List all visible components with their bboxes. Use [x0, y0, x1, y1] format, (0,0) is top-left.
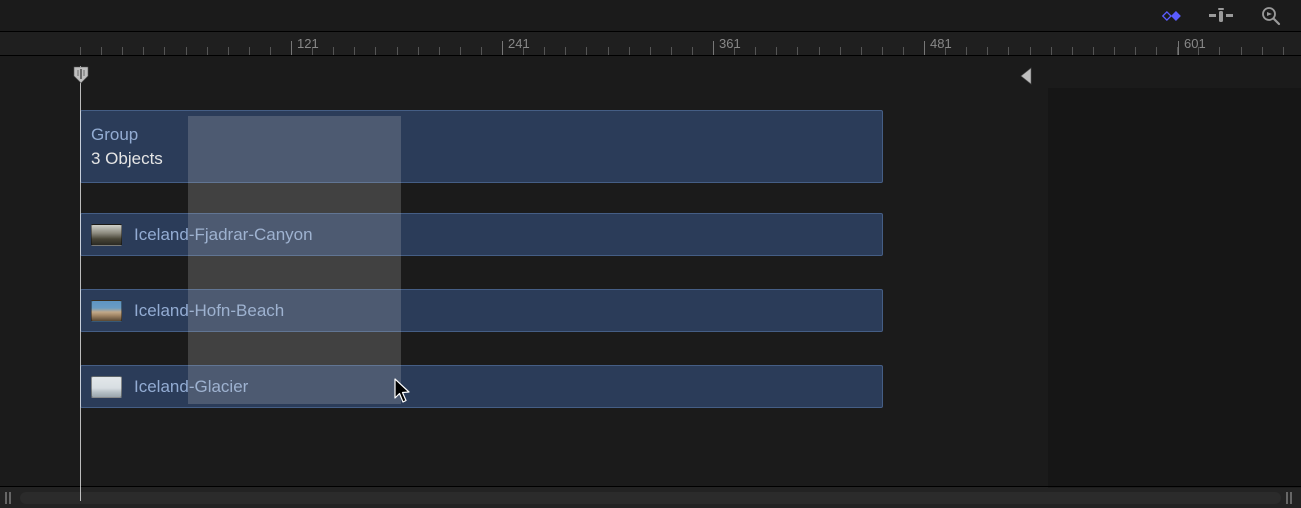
ruler-minor-tick	[755, 47, 756, 55]
ruler-minor-tick	[840, 47, 841, 55]
ruler-minor-tick	[122, 47, 123, 55]
out-point-marker-icon[interactable]	[1020, 67, 1032, 90]
ruler-minor-tick	[1008, 47, 1009, 55]
ruler-tick-label: 121	[297, 36, 319, 51]
timeline-clip[interactable]: Iceland-Hofn-Beach	[80, 289, 883, 332]
ruler-minor-tick	[565, 47, 566, 55]
ruler-minor-tick	[186, 47, 187, 55]
ruler-minor-tick	[418, 47, 419, 55]
ruler-tick-label: 601	[1184, 36, 1206, 51]
ruler-minor-tick	[101, 47, 102, 55]
ruler-minor-tick	[460, 47, 461, 55]
ruler-major-tick: 361	[713, 32, 714, 55]
horizontal-scrollbar[interactable]	[0, 486, 1301, 508]
ruler-minor-tick	[966, 47, 967, 55]
clip-label: Iceland-Glacier	[134, 377, 248, 397]
ruler-minor-tick	[1093, 47, 1094, 55]
ruler-major-tick: 601	[1178, 32, 1179, 55]
ruler-minor-tick	[375, 47, 376, 55]
ruler-minor-tick	[1283, 47, 1284, 55]
ruler-tick-label: 481	[930, 36, 952, 51]
ruler-minor-tick	[671, 47, 672, 55]
ruler-minor-tick	[249, 47, 250, 55]
ruler-minor-tick	[1241, 47, 1242, 55]
ruler-minor-tick	[143, 47, 144, 55]
ruler-minor-tick	[270, 47, 271, 55]
ruler-minor-tick	[882, 47, 883, 55]
ruler-minor-tick	[1135, 47, 1136, 55]
ruler-tick-label: 361	[719, 36, 741, 51]
ruler-minor-tick	[861, 47, 862, 55]
clip-thumbnail	[91, 376, 122, 398]
ruler-minor-tick	[650, 47, 651, 55]
ruler-minor-tick	[207, 47, 208, 55]
keyframe-tool-icon[interactable]	[1157, 6, 1185, 26]
group-title: Group	[91, 125, 882, 145]
clip-thumbnail	[91, 224, 122, 246]
ruler-minor-tick	[1051, 47, 1052, 55]
timeline-clip[interactable]: Iceland-Glacier	[80, 365, 883, 408]
ruler-minor-tick	[481, 47, 482, 55]
clip-label: Iceland-Hofn-Beach	[134, 301, 284, 321]
ruler-minor-tick	[608, 47, 609, 55]
clip-thumbnail	[91, 300, 122, 322]
ruler-minor-tick	[354, 47, 355, 55]
inactive-region	[1048, 88, 1301, 488]
group-header-bar[interactable]: Group 3 Objects	[80, 110, 883, 183]
ruler-major-tick: 481	[924, 32, 925, 55]
ruler-minor-tick	[797, 47, 798, 55]
ruler-minor-tick	[228, 47, 229, 55]
zoom-tool-icon[interactable]	[1257, 6, 1285, 26]
ruler-minor-tick	[333, 47, 334, 55]
ruler-minor-tick	[629, 47, 630, 55]
ruler-minor-tick	[1114, 47, 1115, 55]
ruler-minor-tick	[80, 47, 81, 55]
ruler-minor-tick	[164, 47, 165, 55]
clip-label: Iceland-Fjadrar-Canyon	[134, 225, 313, 245]
ruler-minor-tick	[987, 47, 988, 55]
ruler-minor-tick	[776, 47, 777, 55]
ruler-major-tick: 241	[502, 32, 503, 55]
ruler-minor-tick	[397, 47, 398, 55]
top-toolbar	[0, 0, 1301, 32]
timeline-area[interactable]: 121241361481601 Group 3 Objects	[0, 32, 1301, 56]
ruler-tick-label: 241	[508, 36, 530, 51]
ruler-minor-tick	[692, 47, 693, 55]
playhead-marker-icon[interactable]	[73, 66, 89, 89]
ruler-minor-tick	[903, 47, 904, 55]
scroll-handle-right-icon[interactable]	[1286, 492, 1296, 504]
scroll-track[interactable]	[20, 492, 1281, 504]
ruler-minor-tick	[1219, 47, 1220, 55]
ruler-minor-tick	[819, 47, 820, 55]
ruler-minor-tick	[586, 47, 587, 55]
ruler-minor-tick	[1156, 47, 1157, 55]
ruler-minor-tick	[1072, 47, 1073, 55]
ruler-minor-tick	[544, 47, 545, 55]
ruler-minor-tick	[439, 47, 440, 55]
ruler-major-tick: 121	[291, 32, 292, 55]
playhead-line[interactable]	[80, 66, 81, 501]
ruler-minor-tick	[1030, 47, 1031, 55]
timeline-window: 121 241 361 481 601 Group 3 Objects	[0, 0, 1301, 508]
ruler-minor-tick	[1262, 47, 1263, 55]
timeline-ruler[interactable]: 121 241 361 481 601	[0, 32, 1301, 56]
group-subtitle: 3 Objects	[91, 149, 882, 169]
snap-tool-icon[interactable]	[1207, 6, 1235, 26]
timeline-clip[interactable]: Iceland-Fjadrar-Canyon	[80, 213, 883, 256]
scroll-handle-left-icon[interactable]	[5, 492, 15, 504]
